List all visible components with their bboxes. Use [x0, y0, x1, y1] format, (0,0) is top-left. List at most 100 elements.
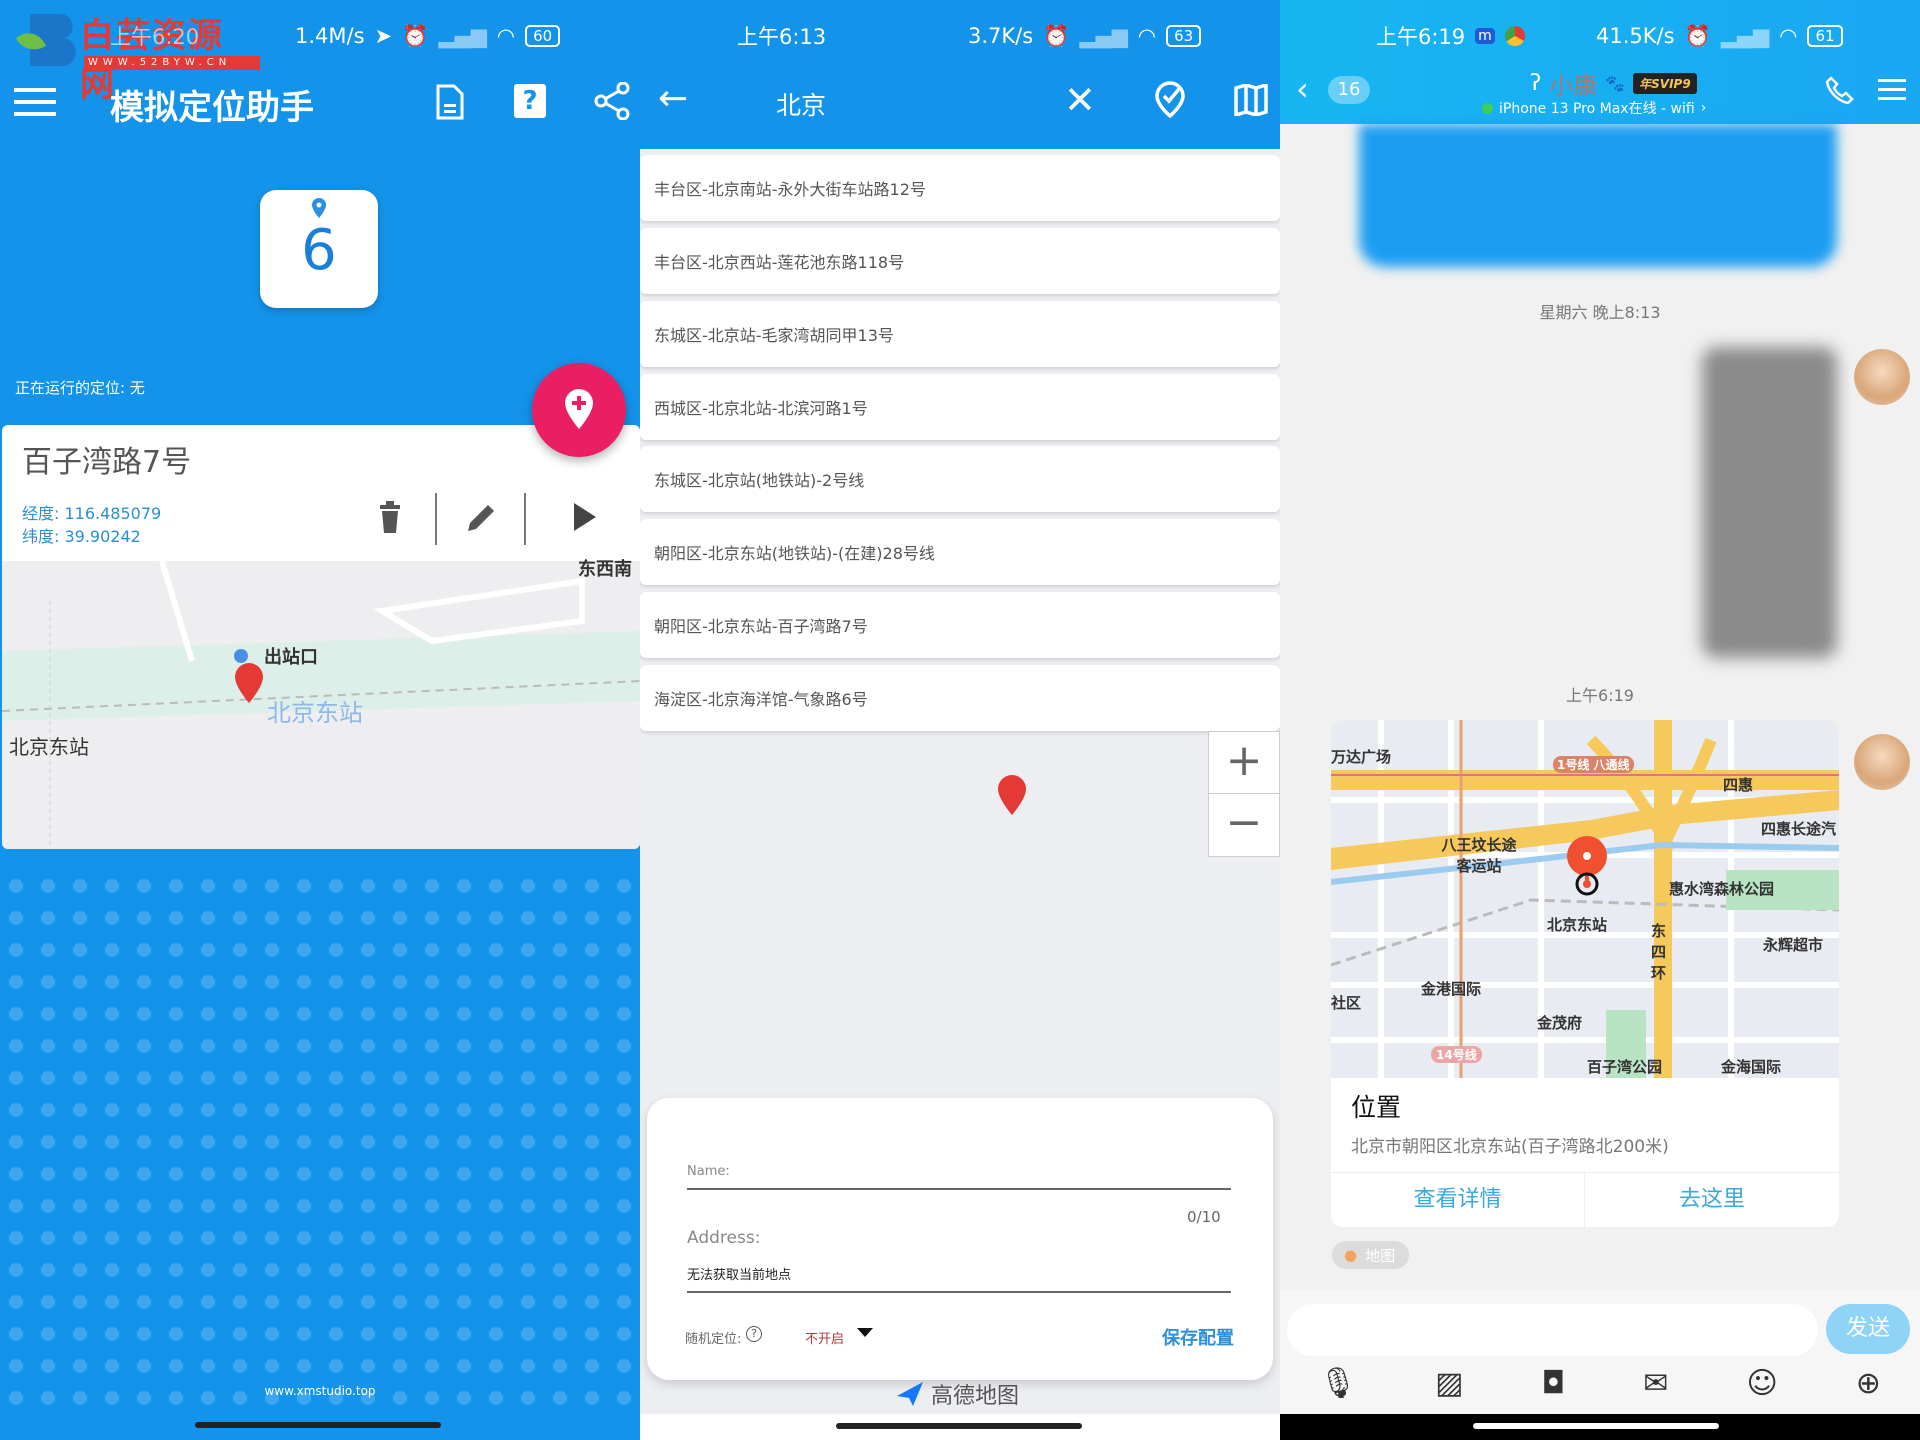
- edit-icon[interactable]: [466, 501, 498, 533]
- help-icon[interactable]: ?: [514, 84, 546, 118]
- search-input[interactable]: 北京: [776, 86, 826, 122]
- status-time: 上午6:13: [737, 25, 827, 49]
- battery-icon: 61: [1807, 25, 1843, 47]
- phone-icon[interactable]: [1826, 76, 1854, 104]
- camera-icon[interactable]: ◘: [1542, 1366, 1566, 1401]
- plus-icon[interactable]: ⊕: [1856, 1366, 1881, 1401]
- map-label: 永辉超市: [1763, 936, 1824, 954]
- address-input[interactable]: 无法获取当前地点: [687, 1264, 1231, 1293]
- map-label: 万达广场: [1331, 748, 1392, 766]
- map-label: 百子湾公园: [1587, 1058, 1663, 1076]
- net-speed: 41.5K/s: [1596, 24, 1675, 48]
- back-arrow-icon[interactable]: ←: [658, 78, 688, 119]
- view-details-button[interactable]: 查看详情: [1331, 1173, 1585, 1227]
- list-item[interactable]: 海淀区-北京海洋馆-气象路6号: [640, 665, 1280, 731]
- chat-toolbar: 🎙 ▨ ◘ ✉ ☺ ⊕: [1280, 1366, 1920, 1401]
- source-tag-text: 地图: [1365, 1246, 1396, 1265]
- paw-icon: 🐾: [1605, 74, 1626, 93]
- home-indicator[interactable]: [195, 1422, 441, 1428]
- map-source-tag[interactable]: ● 地图: [1332, 1241, 1410, 1269]
- map-marker-icon: [235, 663, 263, 703]
- divider: [524, 493, 526, 545]
- status-icons: 1.4M/s ➤ ⏰ ▂▄▆ ◠ 60: [295, 18, 561, 54]
- random-dropdown[interactable]: 不开启: [805, 1328, 844, 1347]
- red-packet-icon[interactable]: ✉: [1643, 1366, 1668, 1401]
- navigate-button[interactable]: 去这里: [1585, 1173, 1839, 1227]
- app-notification-icon: m: [1475, 28, 1495, 44]
- char-counter: 0/10: [1187, 1208, 1221, 1226]
- microphone-icon[interactable]: 🎙: [1319, 1366, 1357, 1401]
- unread-badge[interactable]: 16: [1328, 76, 1370, 104]
- online-status[interactable]: iPhone 13 Pro Max在线 - wifi ›: [1482, 98, 1706, 118]
- running-status: 正在运行的定位: 无: [15, 379, 145, 397]
- emoji-icon[interactable]: ☺: [1746, 1366, 1777, 1401]
- home-indicator[interactable]: [1473, 1423, 1719, 1429]
- zoom-in-button[interactable]: +: [1209, 732, 1279, 794]
- signal-icon: ▂▄▆: [1079, 24, 1128, 48]
- map-label: 北京东站: [1547, 916, 1608, 934]
- online-text: iPhone 13 Pro Max在线 - wifi: [1499, 101, 1695, 117]
- map-icon[interactable]: [1234, 84, 1268, 116]
- menu-icon[interactable]: [14, 86, 56, 118]
- location-message-card[interactable]: 万达广场 1号线 八通线 四惠 四惠长途汽 八王坟长途 客运站 北京东站 惠水湾…: [1331, 720, 1839, 1227]
- add-location-button[interactable]: [532, 363, 626, 457]
- share-icon[interactable]: [594, 82, 630, 120]
- blurred-message: [1359, 124, 1837, 267]
- zoom-out-button[interactable]: −: [1209, 794, 1279, 856]
- location-count: 6: [301, 218, 337, 283]
- map-label: 东西南: [578, 559, 632, 580]
- delete-icon[interactable]: [378, 501, 402, 533]
- list-item[interactable]: 丰台区-北京西站-莲花池东路118号: [640, 228, 1280, 294]
- mini-map[interactable]: 出站口 北京东站 北京东站 东西南: [2, 559, 640, 849]
- location-card[interactable]: 百子湾路7号 经度: 116.485079 纬度: 39.90242 出站口 北…: [2, 425, 640, 849]
- wifi-icon: ◠: [1137, 24, 1157, 48]
- list-item[interactable]: 丰台区-北京南站-永外大街车站路12号: [640, 155, 1280, 221]
- avatar[interactable]: [1854, 734, 1910, 790]
- menu-icon[interactable]: [1878, 78, 1906, 102]
- document-icon[interactable]: [435, 84, 465, 120]
- footer-link[interactable]: www.xmstudio.top: [0, 1384, 640, 1398]
- close-icon[interactable]: ✕: [1064, 78, 1096, 122]
- watermark-url: WWW.52BYW.CN: [84, 56, 260, 70]
- map-label: 四惠: [1723, 776, 1754, 794]
- help-circle-icon[interactable]: ?: [746, 1326, 762, 1342]
- home-indicator[interactable]: [836, 1423, 1082, 1429]
- contact-title[interactable]: ʔ 小康 🐾 年SVIP9: [1530, 66, 1697, 101]
- status-bar: 上午6:20: [110, 18, 199, 54]
- send-button[interactable]: 发送: [1826, 1304, 1910, 1354]
- alarm-icon: ⏰: [1043, 23, 1070, 48]
- map-label: 东四环: [1651, 922, 1667, 982]
- location-address: 北京市朝阳区北京东站(百子湾路北200米): [1351, 1137, 1669, 1157]
- list-item[interactable]: 东城区-北京站(地铁站)-2号线: [640, 446, 1280, 512]
- save-button[interactable]: 保存配置: [1162, 1324, 1234, 1350]
- location-title: 位置: [1351, 1093, 1402, 1122]
- play-icon[interactable]: [572, 501, 598, 533]
- location-map[interactable]: 万达广场 1号线 八通线 四惠 四惠长途汽 八王坟长途 客运站 北京东站 惠水湾…: [1331, 720, 1839, 1078]
- list-item[interactable]: 朝阳区-北京东站(地铁站)-(在建)28号线: [640, 519, 1280, 585]
- message-input[interactable]: [1287, 1304, 1818, 1356]
- list-item[interactable]: 朝阳区-北京东站-百子湾路7号: [640, 592, 1280, 658]
- net-speed: 1.4M/s: [295, 24, 365, 48]
- image-icon[interactable]: ▨: [1435, 1366, 1463, 1401]
- decorative-dots: [0, 870, 640, 1410]
- list-item[interactable]: 东城区-北京站-毛家湾胡同甲13号: [640, 301, 1280, 367]
- longitude: 经度: 116.485079: [22, 504, 162, 523]
- battery-icon: 60: [525, 25, 561, 47]
- location-check-icon[interactable]: [1154, 80, 1186, 118]
- amap-logo-text: 高德地图: [931, 1384, 1020, 1409]
- chevron-down-icon[interactable]: [857, 1328, 873, 1337]
- wifi-icon: ◠: [496, 24, 516, 48]
- pin-icon: ●: [1344, 1246, 1358, 1264]
- list-item[interactable]: 西城区-北京北站-北滨河路1号: [640, 374, 1280, 440]
- map-label: 1号线 八通线: [1553, 756, 1634, 773]
- name-input[interactable]: [687, 1188, 1231, 1190]
- map-label: 惠水湾森林公园: [1669, 880, 1775, 898]
- avatar[interactable]: [1854, 349, 1910, 405]
- status-bar: 上午6:13: [737, 18, 826, 54]
- chat-screen: 上午6:19 m 41.5K/s ⏰ ▂▄▆ ◠ 61 ‹ 16 ʔ 小康 🐾 年S…: [1280, 0, 1920, 1440]
- back-icon[interactable]: ‹: [1296, 70, 1309, 108]
- status-bar: 上午6:19 m: [1376, 18, 1525, 54]
- vip-badge: 年SVIP9: [1633, 73, 1697, 94]
- status-icons: 41.5K/s ⏰ ▂▄▆ ◠ 61: [1596, 18, 1843, 54]
- divider: [435, 493, 437, 545]
